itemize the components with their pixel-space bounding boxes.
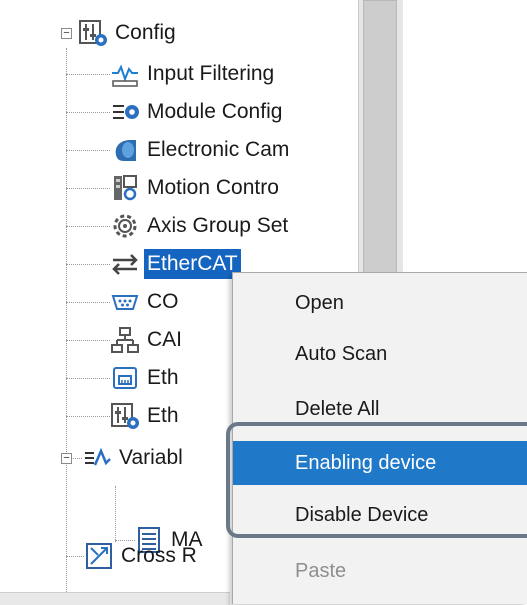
- tree-connector: [66, 264, 110, 265]
- tree-node-ethernet[interactable]: Eth: [110, 359, 182, 397]
- tree-node-label: Eth: [147, 404, 179, 427]
- tree-node-label: Eth: [147, 366, 179, 389]
- tree-node-can[interactable]: CAI: [110, 321, 185, 359]
- tree-node-label: Config: [115, 21, 176, 44]
- cross-reference-icon: [84, 541, 114, 571]
- tree-node-label: CAI: [147, 328, 183, 351]
- tree-node-label: Electronic Cam: [147, 138, 290, 161]
- tree-node-com[interactable]: CO: [110, 283, 182, 321]
- menu-item-auto-scan[interactable]: Auto Scan: [233, 332, 527, 376]
- tree-node-label: CO: [147, 290, 179, 313]
- tree-node-cross-reference[interactable]: Cross R: [84, 537, 200, 575]
- axis-group-icon: [110, 211, 140, 241]
- tree-node-module-config[interactable]: Module Config: [110, 93, 285, 131]
- variable-icon: [82, 443, 112, 473]
- menu-item-open[interactable]: Open: [233, 281, 527, 325]
- config-icon: [78, 18, 108, 48]
- menu-item-delete-all[interactable]: Delete All: [233, 387, 527, 431]
- tree-connector: [66, 378, 110, 379]
- electronic-cam-icon: [110, 135, 140, 165]
- tree-connector: [66, 458, 67, 598]
- tree-connector: [66, 226, 110, 227]
- tree-connector: [66, 302, 110, 303]
- tree-node-label: EtherCAT: [144, 249, 241, 279]
- tree-node-label: Axis Group Set: [147, 214, 289, 237]
- ethernet-icon: [110, 363, 140, 393]
- ethercat-icon: [110, 249, 140, 279]
- tree-node-label: Module Config: [147, 100, 283, 123]
- tree-connector: [66, 340, 110, 341]
- tree-connector: [66, 556, 84, 557]
- com-icon: [110, 287, 140, 317]
- collapse-toggle[interactable]: −: [61, 453, 72, 464]
- tree-node-label: Motion Contro: [147, 176, 279, 199]
- tree-connector: [115, 486, 116, 542]
- menu-item-disable-device[interactable]: Disable Device: [233, 493, 527, 537]
- tree-node-label: Variabl: [119, 446, 183, 469]
- tree-connector: [66, 150, 110, 151]
- input-filtering-icon: [110, 59, 140, 89]
- tree-connector: [66, 112, 110, 113]
- tree-node-ethernet-config[interactable]: Eth: [110, 397, 182, 435]
- tree-node-variable[interactable]: Variabl: [82, 439, 186, 477]
- module-config-icon: [110, 97, 140, 127]
- tree-connector: [66, 48, 67, 458]
- menu-item-enabling-device[interactable]: Enabling device: [233, 441, 527, 485]
- tree-node-input-filtering[interactable]: Input Filtering: [110, 55, 277, 93]
- tree-connector: [66, 188, 110, 189]
- tree-node-ethercat[interactable]: EtherCAT: [110, 245, 241, 283]
- ethernet-config-icon: [110, 401, 140, 431]
- tree-node-electronic-cam[interactable]: Electronic Cam: [110, 131, 292, 169]
- context-menu: Open Auto Scan Delete All Enabling devic…: [232, 272, 527, 604]
- tree-connector: [66, 416, 110, 417]
- menu-item-paste: Paste: [295, 559, 347, 582]
- tree-connector: [66, 74, 110, 75]
- tree-node-motion-control[interactable]: Motion Contro: [110, 169, 282, 207]
- motion-control-icon: [110, 173, 140, 203]
- collapse-toggle[interactable]: −: [61, 28, 72, 39]
- tree-node-axis-group[interactable]: Axis Group Set: [110, 207, 291, 245]
- can-icon: [110, 325, 140, 355]
- tree-node-label: Cross R: [121, 544, 197, 567]
- horizontal-scrollbar[interactable]: [0, 592, 230, 605]
- tree-node-label: Input Filtering: [147, 62, 275, 85]
- tree-node-config[interactable]: Config: [78, 14, 179, 52]
